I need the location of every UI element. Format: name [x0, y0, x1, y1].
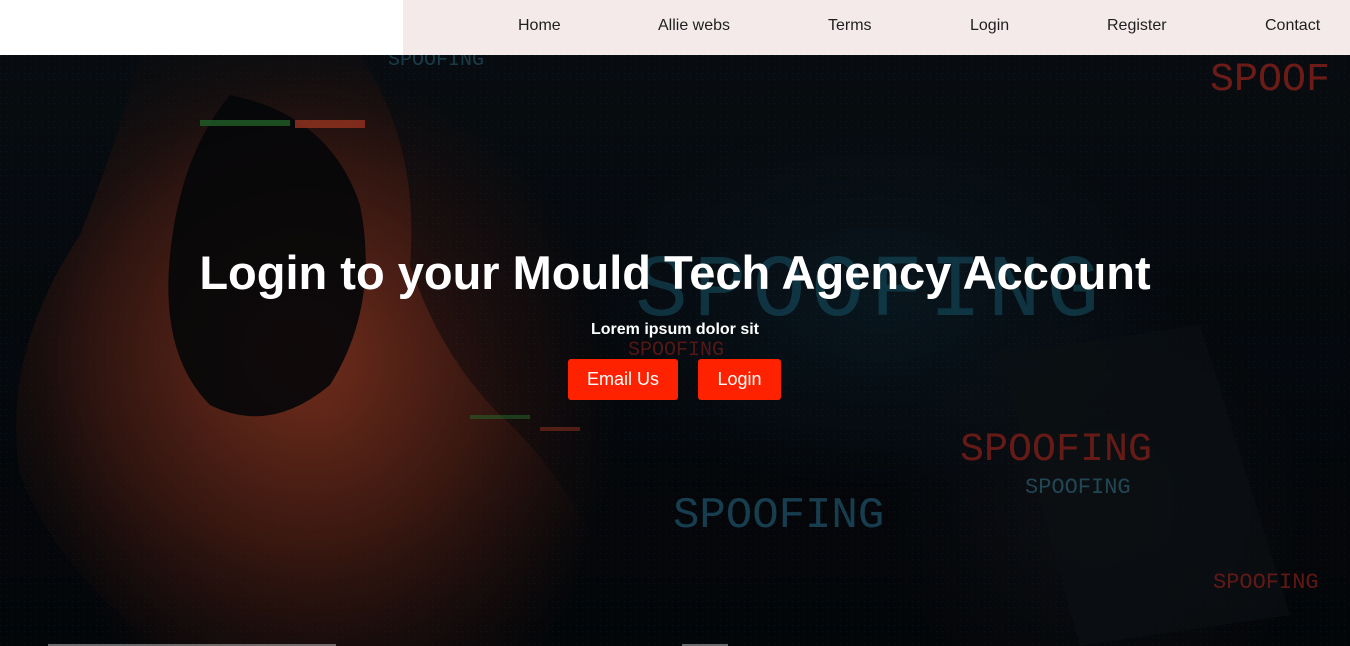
login-button[interactable]: Login: [698, 359, 781, 400]
nav-item-home[interactable]: Home: [518, 17, 561, 35]
hero-subtitle: Lorem ipsum dolor sit: [590, 321, 759, 338]
hero-content: Login to your Mould Tech Agency Account …: [0, 55, 1350, 646]
main-nav: Home Allie webs Terms Login Register Con…: [403, 0, 1350, 55]
page: Home Allie webs Terms Login Register Con…: [0, 0, 1350, 646]
page-title: Login to your Mould Tech Agency Account: [199, 246, 1151, 299]
nav-item-allie-webs[interactable]: Allie webs: [658, 17, 730, 35]
nav-item-terms[interactable]: Terms: [828, 17, 872, 35]
nav-item-register[interactable]: Register: [1107, 17, 1167, 35]
logo-area: [0, 0, 403, 55]
top-bar: Home Allie webs Terms Login Register Con…: [0, 0, 1350, 55]
email-us-button[interactable]: Email Us: [568, 359, 678, 400]
nav-item-contact[interactable]: Contact: [1265, 17, 1320, 35]
nav-item-login[interactable]: Login: [970, 17, 1009, 35]
hero-section: SPOOFING SPOOF SPOOFING SPOOFING SPOOFIN…: [0, 55, 1350, 646]
